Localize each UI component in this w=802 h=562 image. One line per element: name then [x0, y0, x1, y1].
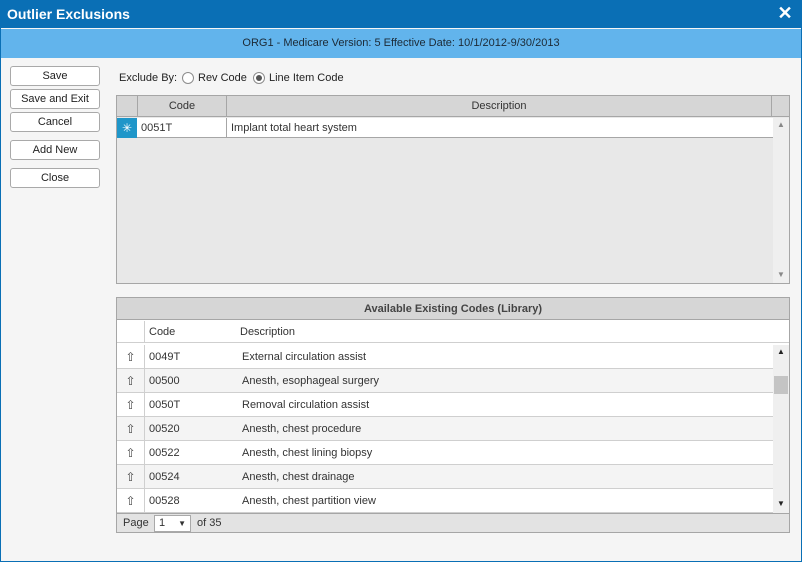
add-new-button[interactable]: Add New [10, 140, 100, 160]
library-description: Anesth, chest partition view [242, 495, 376, 507]
code-column-header[interactable]: Code [138, 96, 227, 117]
library-description: Anesth, chest drainage [242, 471, 355, 483]
library-grid: Available Existing Codes (Library) Code … [116, 297, 790, 533]
new-row-icon: ✳ [117, 118, 137, 138]
rev-code-label[interactable]: Rev Code [198, 72, 247, 84]
of-label: of [197, 517, 207, 529]
add-up-arrow-icon[interactable]: ⇧ [117, 417, 145, 441]
page-current: 1 [159, 517, 166, 529]
description-column-header[interactable]: Description [227, 96, 772, 117]
save-button[interactable]: Save [10, 66, 100, 86]
library-description-header[interactable]: Description [240, 321, 295, 343]
save-and-exit-button[interactable]: Save and Exit [10, 89, 100, 109]
library-description: Removal circulation assist [242, 399, 370, 411]
library-code: 0049T [149, 351, 181, 363]
add-up-arrow-icon[interactable]: ⇧ [117, 345, 145, 369]
outlier-exclusions-dialog: Outlier Exclusions ✕ ORG1 - Medicare Ver… [0, 0, 802, 562]
library-description: Anesth, chest procedure [242, 423, 362, 435]
list-item[interactable]: ⇧ 0050T Removal circulation assist [117, 393, 773, 417]
exclusions-grid-header: Code Description [117, 96, 789, 117]
scroll-up-icon[interactable]: ▲ [773, 345, 789, 359]
add-up-arrow-icon[interactable]: ⇧ [117, 489, 145, 513]
title-bar: Outlier Exclusions ✕ [1, 1, 801, 28]
add-up-arrow-icon[interactable]: ⇧ [117, 369, 145, 393]
exclude-by-label: Exclude By: [119, 72, 178, 84]
library-code: 00522 [149, 447, 180, 459]
library-column-header: Code Description [117, 321, 789, 343]
page-select[interactable]: 1 ▼ [154, 515, 191, 532]
list-item[interactable]: ⇧ 00522 Anesth, chest lining biopsy [117, 441, 773, 465]
close-icon[interactable]: ✕ [777, 4, 793, 22]
total-pages: 35 [209, 517, 222, 529]
scroll-up-icon[interactable]: ▲ [773, 118, 789, 132]
action-column-header [117, 321, 145, 343]
list-item[interactable]: ⇧ 00520 Anesth, chest procedure [117, 417, 773, 441]
rev-code-radio[interactable] [182, 72, 194, 84]
dialog-title: Outlier Exclusions [7, 6, 130, 22]
library-scrollbar[interactable]: ▲ ▼ [773, 345, 789, 513]
library-rows: ⇧ 0049T External circulation assist ⇧ 00… [117, 345, 773, 513]
library-code: 00528 [149, 495, 180, 507]
exclusions-grid: Code Description ✳ 0051T Implant total h… [116, 95, 790, 284]
library-code-header[interactable]: Code [149, 321, 175, 343]
list-item[interactable]: ⇧ 00528 Anesth, chest partition view [117, 489, 773, 513]
library-description: Anesth, esophageal surgery [242, 375, 379, 387]
close-button[interactable]: Close [10, 168, 100, 188]
version-info-bar: ORG1 - Medicare Version: 5 Effective Dat… [1, 29, 801, 58]
library-code: 00500 [149, 375, 180, 387]
page-label: Page [123, 517, 149, 529]
page-total: of 35 [197, 517, 222, 529]
library-code: 00520 [149, 423, 180, 435]
scroll-down-icon[interactable]: ▼ [773, 497, 789, 511]
cancel-button[interactable]: Cancel [10, 112, 100, 132]
row-selector-header [117, 96, 138, 117]
pager: Page 1 ▼ of 35 [117, 513, 789, 532]
scroll-down-icon[interactable]: ▼ [773, 268, 789, 282]
add-up-arrow-icon[interactable]: ⇧ [117, 441, 145, 465]
exclusions-scrollbar[interactable]: ▲ ▼ [773, 118, 789, 283]
library-code: 0050T [149, 399, 181, 411]
library-description: External circulation assist [242, 351, 367, 363]
add-up-arrow-icon[interactable]: ⇧ [117, 465, 145, 489]
list-item[interactable]: ⇧ 00524 Anesth, chest drainage [117, 465, 773, 489]
code-cell[interactable]: 0051T [137, 118, 227, 138]
description-cell[interactable]: Implant total heart system [227, 118, 773, 138]
line-item-code-radio[interactable] [253, 72, 265, 84]
library-caption: Available Existing Codes (Library) [117, 298, 789, 320]
table-row[interactable]: ✳ 0051T Implant total heart system [117, 118, 773, 138]
list-item[interactable]: ⇧ 00500 Anesth, esophageal surgery [117, 369, 773, 393]
scroll-thumb[interactable] [774, 376, 788, 394]
chevron-down-icon: ▼ [178, 519, 186, 528]
line-item-code-label[interactable]: Line Item Code [269, 72, 344, 84]
library-description: Anesth, chest lining biopsy [242, 447, 373, 459]
list-item[interactable]: ⇧ 0049T External circulation assist [117, 345, 773, 369]
add-up-arrow-icon[interactable]: ⇧ [117, 393, 145, 417]
library-code: 00524 [149, 471, 180, 483]
